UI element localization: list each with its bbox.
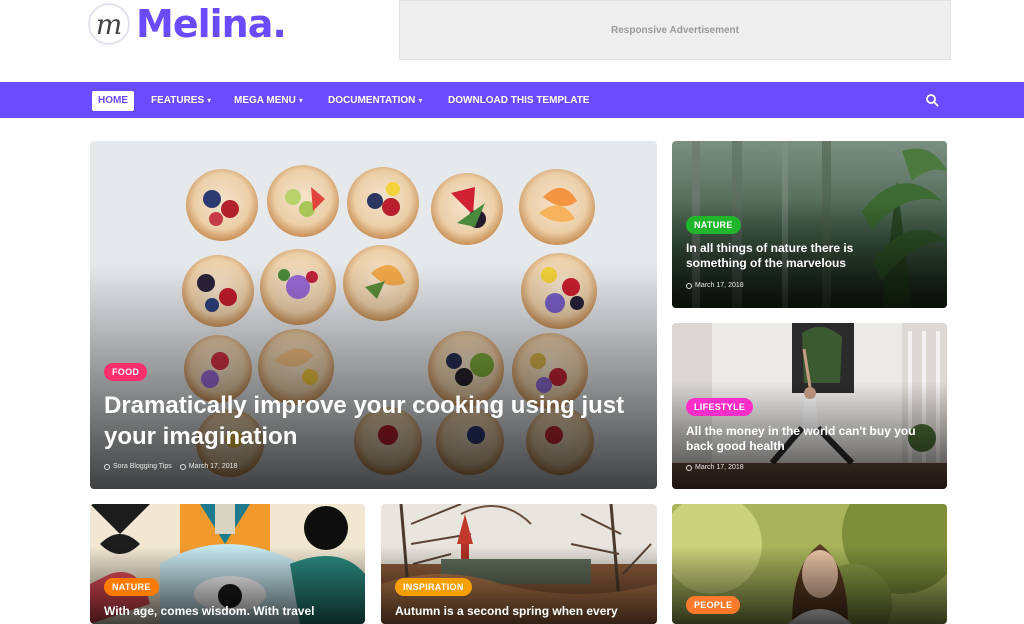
side-post-title[interactable]: All the money in the world can't buy you… xyxy=(686,424,936,455)
logo-mark: m xyxy=(88,3,130,45)
user-icon xyxy=(104,463,110,470)
nav-item-features[interactable]: FEATURES ▾ xyxy=(145,91,217,111)
featured-post-card[interactable]: FOOD Dramatically improve your cooking u… xyxy=(90,141,657,489)
nav-item-download-template[interactable]: DOWNLOAD THIS TEMPLATE xyxy=(442,91,595,111)
clock-icon xyxy=(686,282,692,289)
bottom-post-card[interactable]: NATURE With age, comes wisdom. With trav… xyxy=(90,504,365,624)
category-badge[interactable]: INSPIRATION xyxy=(395,578,472,596)
image-scrim xyxy=(90,262,657,489)
main-navigation: HOME FEATURES ▾ MEGA MENU ▾ DOCUMENTATION ▾… xyxy=(0,82,1024,118)
bottom-post-title[interactable]: With age, comes wisdom. With travel xyxy=(104,604,354,619)
search-icon[interactable] xyxy=(925,93,939,107)
category-badge[interactable]: PEOPLE xyxy=(686,596,741,614)
nav-item-home[interactable]: HOME xyxy=(92,91,134,111)
advertisement-label: Responsive Advertisement xyxy=(610,24,739,36)
category-badge[interactable]: LIFESTYLE xyxy=(686,398,754,416)
side-post-card[interactable]: LIFESTYLE All the money in the world can… xyxy=(672,323,947,489)
post-meta: March 17, 2018 xyxy=(686,464,744,471)
site-name: Melina. xyxy=(136,2,287,46)
featured-post-title[interactable]: Dramatically improve your cooking using … xyxy=(104,391,644,452)
side-post-card[interactable]: NATURE In all things of nature there is … xyxy=(672,141,947,308)
chevron-down-icon: ▾ xyxy=(418,96,423,105)
site-logo[interactable]: m Melina. xyxy=(88,2,287,46)
nav-item-label: HOME xyxy=(98,95,128,106)
clock-icon xyxy=(686,464,692,471)
category-badge[interactable]: NATURE xyxy=(104,578,159,596)
site-header: m Melina. Responsive Advertisement xyxy=(0,0,1024,80)
side-post-title[interactable]: In all things of nature there is somethi… xyxy=(686,241,881,272)
chevron-down-icon: ▾ xyxy=(298,96,303,105)
chevron-down-icon: ▾ xyxy=(207,96,212,105)
category-badge[interactable]: NATURE xyxy=(686,216,741,234)
post-date: March 17, 2018 xyxy=(179,463,237,470)
bottom-post-card[interactable]: PEOPLE xyxy=(672,504,947,624)
category-badge[interactable]: FOOD xyxy=(104,363,148,381)
advertisement-banner[interactable]: Responsive Advertisement xyxy=(399,0,951,60)
nav-item-mega-menu[interactable]: MEGA MENU ▾ xyxy=(228,91,309,111)
nav-item-documentation[interactable]: DOCUMENTATION ▾ xyxy=(322,91,428,111)
bottom-post-title[interactable]: Autumn is a second spring when every xyxy=(395,604,645,619)
post-author: Sora Blogging Tips xyxy=(104,463,172,470)
post-date: March 17, 2018 xyxy=(686,282,744,289)
nav-item-label: DOCUMENTATION xyxy=(328,95,416,106)
nav-item-label: DOWNLOAD THIS TEMPLATE xyxy=(448,95,590,106)
clock-icon xyxy=(179,463,186,470)
bottom-post-card[interactable]: INSPIRATION Autumn is a second spring wh… xyxy=(381,504,657,624)
nav-item-label: FEATURES xyxy=(151,95,205,106)
post-meta: March 17, 2018 xyxy=(686,282,744,289)
post-meta: Sora Blogging Tips March 17, 2018 xyxy=(104,463,237,470)
nav-item-label: MEGA MENU xyxy=(234,95,296,106)
post-date: March 17, 2018 xyxy=(686,464,744,471)
